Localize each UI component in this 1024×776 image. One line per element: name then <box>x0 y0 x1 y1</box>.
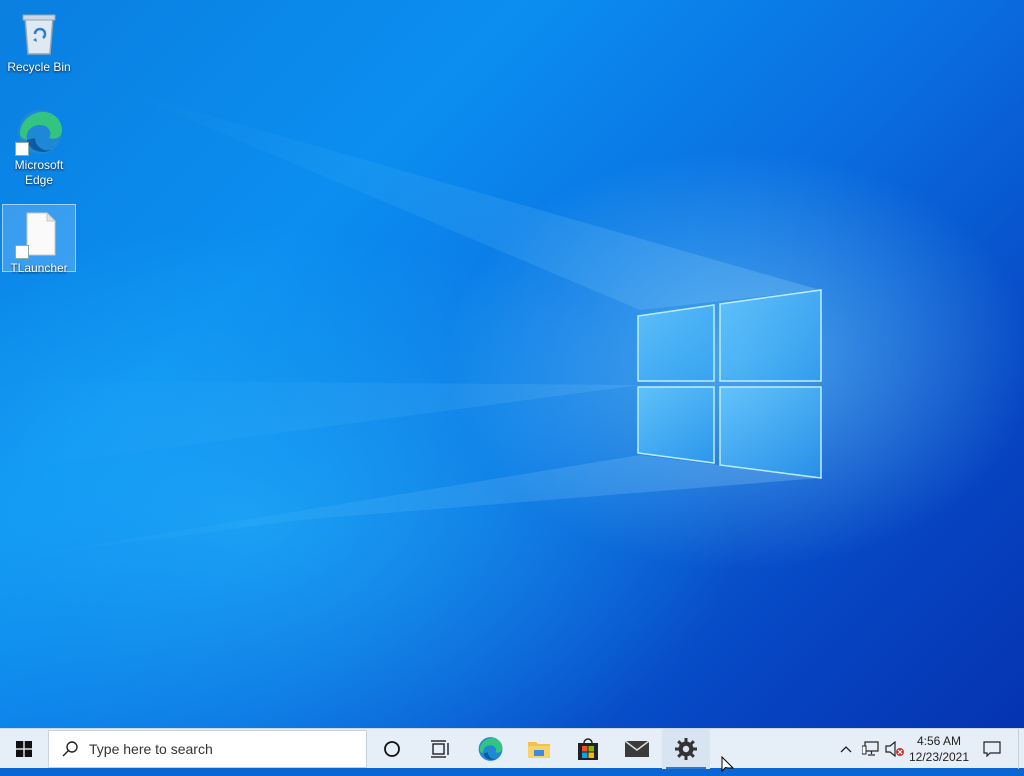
mouse-cursor-icon <box>721 756 735 773</box>
desktop-icon-tlauncher[interactable]: TLauncher <box>2 204 76 275</box>
task-view-button[interactable] <box>416 729 464 769</box>
volume-muted-icon <box>885 741 904 757</box>
gear-icon <box>675 738 697 760</box>
cortana-button[interactable] <box>368 729 416 769</box>
recycle-bin-label: Recycle Bin <box>7 60 71 74</box>
edge-icon <box>478 737 503 761</box>
taskbar: Type here to search 4:56 AM 12/23/2021 <box>0 728 1024 773</box>
tlauncher-label: TLauncher <box>10 261 68 275</box>
chevron-up-icon <box>840 746 852 753</box>
network-icon <box>862 741 879 756</box>
mail-button[interactable] <box>613 729 661 769</box>
edge-icon <box>15 108 63 156</box>
recycle-bin-icon <box>15 10 63 58</box>
store-icon <box>578 738 598 760</box>
wallpaper-light-beams <box>0 90 820 560</box>
shortcut-arrow-icon <box>15 245 29 259</box>
folder-icon <box>528 742 550 758</box>
microsoft-edge-label-line2: Edge <box>24 173 54 187</box>
show-desktop-button[interactable] <box>1018 729 1024 769</box>
microsoft-store-button[interactable] <box>564 729 612 769</box>
volume-button[interactable] <box>884 729 906 769</box>
settings-button[interactable] <box>662 729 710 769</box>
search-box[interactable]: Type here to search <box>48 730 367 768</box>
clock[interactable]: 4:56 AM 12/23/2021 <box>906 729 972 769</box>
action-center-button[interactable] <box>976 729 1008 769</box>
task-view-icon <box>431 740 449 758</box>
clock-time: 4:56 AM <box>916 734 962 748</box>
mail-icon <box>624 740 650 757</box>
notification-icon <box>983 741 1001 757</box>
windows-logo-wallpaper <box>637 289 822 479</box>
network-button[interactable] <box>860 729 882 769</box>
windows-start-icon <box>16 741 32 757</box>
shortcut-arrow-icon <box>15 142 29 156</box>
desktop-icon-microsoft-edge[interactable]: Microsoft Edge <box>2 102 76 190</box>
file-explorer-button[interactable] <box>515 729 563 769</box>
search-placeholder: Type here to search <box>89 741 213 757</box>
desktop-icon-recycle-bin[interactable]: Recycle Bin <box>2 4 76 77</box>
search-icon <box>62 741 78 757</box>
microsoft-edge-label-line1: Microsoft <box>14 158 64 172</box>
clock-date: 12/23/2021 <box>908 750 970 764</box>
circle-icon <box>384 741 400 757</box>
start-button[interactable] <box>0 729 48 769</box>
desktop[interactable]: Recycle Bin Microsoft Edge TLauncher <box>0 0 1024 728</box>
taskbar-edge-button[interactable] <box>466 729 514 769</box>
file-icon <box>15 211 63 259</box>
active-indicator <box>666 767 706 769</box>
show-hidden-icons-button[interactable] <box>836 729 856 769</box>
